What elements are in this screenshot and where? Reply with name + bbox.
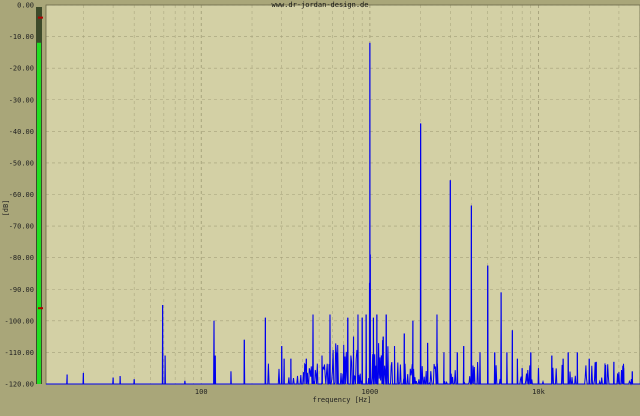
y-axis-title: [dB] (2, 200, 10, 217)
y-tick-label: -40.00 (9, 128, 34, 136)
spectrum-chart: 0.00 -10.00 -20.00 -30.00 -40.00 -50.00 -60.00… (0, 0, 640, 416)
watermark: www.dr-jordan-design.de (272, 1, 369, 9)
y-tick-label: -80.00 (9, 254, 34, 262)
level-meter-fill (37, 42, 41, 384)
x-tick-label: 10k (532, 388, 545, 396)
y-tick-label: -120.00 (4, 381, 34, 389)
y-tick-label: -50.00 (9, 159, 34, 167)
level-meter-marker (38, 16, 43, 19)
y-tick-label: -20.00 (9, 65, 34, 73)
x-tick-label: 1000 (361, 388, 378, 396)
y-tick-label: -30.00 (9, 96, 34, 104)
y-tick-label: 0.00 (17, 2, 34, 10)
y-tick-label: -100.00 (4, 317, 34, 325)
y-tick-label: -110.00 (4, 349, 34, 357)
y-tick-label: -70.00 (9, 223, 34, 231)
x-axis-title: frequency [Hz] (312, 396, 371, 404)
y-tick-label: -90.00 (9, 286, 34, 294)
level-meter (36, 7, 43, 384)
x-tick-label: 100 (195, 388, 208, 396)
y-tick-label: -10.00 (9, 33, 34, 41)
y-tick-label: -60.00 (9, 191, 34, 199)
level-meter-marker (38, 307, 43, 310)
